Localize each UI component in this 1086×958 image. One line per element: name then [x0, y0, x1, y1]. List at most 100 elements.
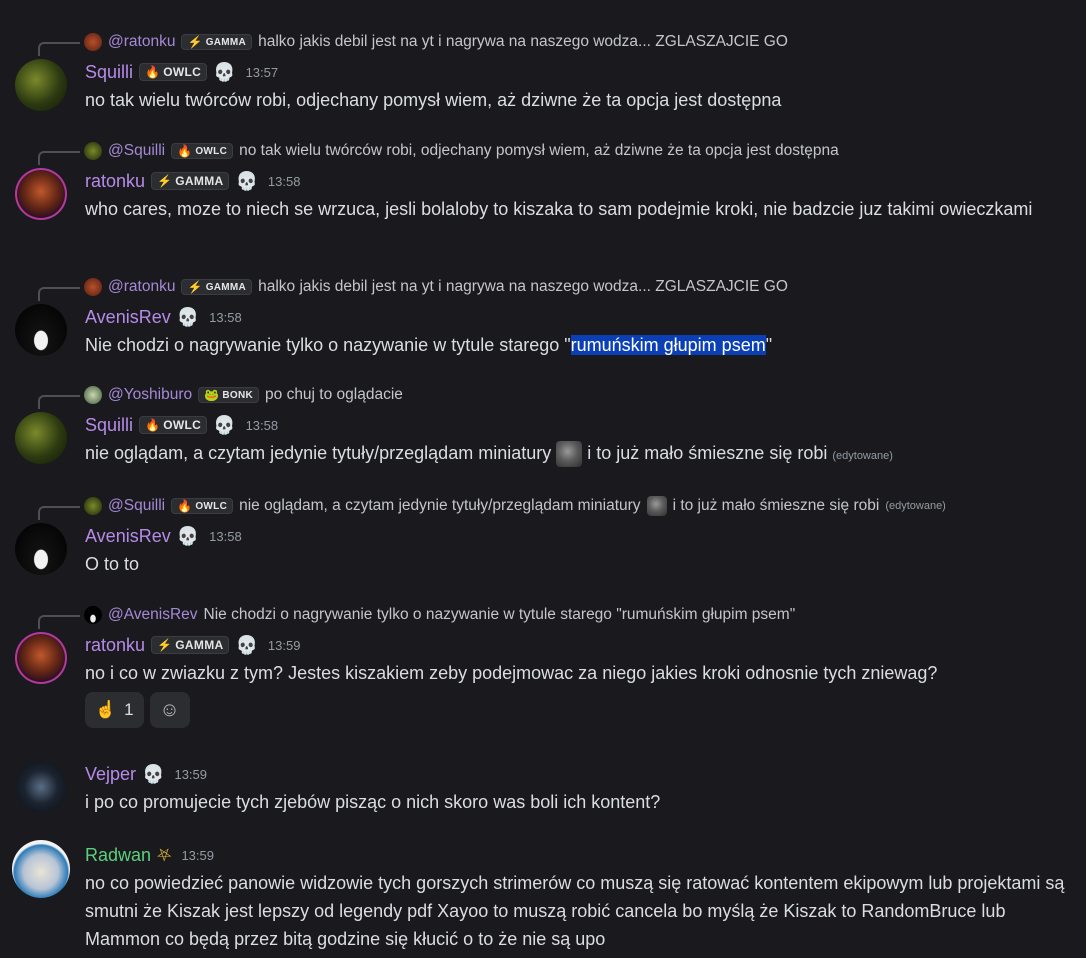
message-header: ratonku ⚡ GAMMA 💀 13:58 [85, 169, 300, 193]
skull-icon: 💀 [213, 415, 236, 435]
reaction-pill[interactable]: ☝ 1 [85, 692, 144, 728]
guild-tag: 🔥 OWLC [139, 416, 208, 434]
message-text: Nie chodzi o nagrywanie tylko o nazywani… [85, 335, 773, 355]
avatar[interactable] [15, 523, 67, 575]
fire-icon: 🔥 [177, 499, 193, 513]
message-header: Radwan ⛧ 13:59 [85, 843, 214, 867]
chat-log: @ratonku ⚡ GAMMA halko jakis debil jest n… [0, 0, 1086, 958]
guild-tag: ⚡ GAMMA [151, 172, 230, 190]
guild-tag: ⚡ GAMMA [181, 279, 253, 295]
message-header: ratonku ⚡ GAMMA 💀 13:59 [85, 633, 300, 657]
username[interactable]: Squilli [85, 415, 133, 436]
reply-text: halko jakis debil jest na yt i nagrywa n… [258, 33, 788, 50]
reply-username[interactable]: @Yoshiburo [108, 386, 192, 404]
guild-tag: ⚡ GAMMA [151, 636, 230, 654]
message-text: no co powiedzieć panowie widzowie tych g… [85, 873, 1065, 949]
edited-label: (edytowane) [885, 500, 946, 512]
message-text: who cares, moze to niech se wrzuca, jesl… [85, 199, 1033, 219]
reply-preview[interactable]: @ratonku ⚡ GAMMA halko jakis debil jest n… [84, 32, 788, 52]
reply-preview[interactable]: @Squilli 🔥 OWLC nie oglądam, a czytam jed… [84, 496, 946, 516]
reply-avatar [84, 497, 102, 515]
add-reaction-button[interactable]: ☺ [149, 692, 190, 728]
fire-icon: 🔥 [145, 418, 161, 432]
message-header: AvenisRev 💀 13:58 [85, 305, 242, 329]
skull-icon: 💀 [176, 307, 200, 327]
message-text: O to to [85, 554, 140, 574]
reply-text: no tak wielu twórców robi, odjechany pom… [239, 142, 839, 159]
reply-username[interactable]: @Squilli [108, 142, 165, 160]
reply-username[interactable]: @Squilli [108, 497, 165, 515]
avatar[interactable] [15, 632, 67, 684]
selected-text: rumuńskim głupim psem [570, 335, 766, 355]
smiley-icon: ☺ [159, 698, 180, 721]
skull-icon: 💀 [235, 171, 258, 191]
reply-username[interactable]: @AvenisRev [108, 606, 198, 624]
timestamp: 13:58 [245, 417, 279, 433]
skull-icon: 💀 [235, 635, 258, 655]
reactions-bar: ☝ 1 ☺ [85, 692, 190, 728]
pentagram-icon: ⛧ [157, 845, 172, 865]
message-header: Squilli 🔥 OWLC 💀 13:58 [85, 413, 278, 437]
timestamp: 13:59 [181, 847, 214, 863]
username[interactable]: ratonku [85, 171, 145, 192]
reply-preview[interactable]: @ratonku ⚡ GAMMA halko jakis debil jest n… [84, 277, 788, 297]
reply-text: po chuj to oglądacie [265, 386, 403, 403]
guild-tag: 🔥 OWLC [139, 63, 208, 81]
reply-spine [38, 615, 80, 629]
reply-avatar [84, 278, 102, 296]
timestamp: 13:57 [245, 64, 279, 80]
timestamp: 13:59 [267, 637, 301, 653]
message-header: AvenisRev 💀 13:58 [85, 524, 242, 548]
reply-spine [38, 151, 80, 165]
avatar[interactable] [15, 304, 67, 356]
reply-avatar [84, 386, 102, 404]
reply-username[interactable]: @ratonku [108, 278, 175, 296]
timestamp: 13:58 [209, 528, 242, 544]
avatar[interactable] [15, 59, 67, 111]
lightning-icon: ⚡ [187, 280, 203, 294]
reply-username[interactable]: @ratonku [108, 33, 175, 51]
timestamp: 13:59 [174, 766, 208, 782]
username[interactable]: AvenisRev [85, 526, 171, 547]
fire-icon: 🔥 [145, 65, 161, 79]
reply-spine [38, 287, 80, 301]
skull-icon: 💀 [142, 764, 165, 784]
avatar[interactable] [15, 168, 67, 220]
guild-tag: 🔥 OWLC [171, 143, 234, 159]
skull-icon: 💀 [213, 62, 236, 82]
reply-spine [38, 506, 80, 520]
edited-label: (edytowane) [832, 450, 893, 462]
avatar[interactable] [15, 761, 67, 813]
avatar[interactable] [12, 840, 70, 898]
username[interactable]: AvenisRev [85, 307, 171, 328]
timestamp: 13:58 [209, 309, 242, 325]
reply-spine [38, 395, 80, 409]
reply-text: nie oglądam, a czytam jedynie tytuły/prz… [239, 497, 641, 514]
message-text: no i co w zwiazku z tym? Jestes kiszakie… [85, 663, 938, 683]
reply-avatar [84, 142, 102, 160]
reply-preview[interactable]: @Squilli 🔥 OWLC no tak wielu twórców robi… [84, 141, 839, 161]
reply-preview[interactable]: @Yoshiburo 🐸 BONK po chuj to oglądacie [84, 385, 403, 405]
reply-preview[interactable]: @AvenisRev Nie chodzi o nagrywanie tylko… [84, 605, 795, 625]
lightning-icon: ⚡ [157, 174, 173, 188]
guild-tag: ⚡ GAMMA [181, 34, 253, 50]
avatar[interactable] [15, 412, 67, 464]
pointing-up-icon: ☝ [95, 700, 117, 719]
reply-avatar [84, 33, 102, 51]
custom-emoji-face-icon[interactable] [556, 441, 583, 468]
guild-tag: 🐸 BONK [198, 387, 260, 403]
frog-icon: 🐸 [204, 388, 220, 402]
username[interactable]: Squilli [85, 62, 133, 83]
username[interactable]: Vejper [85, 764, 136, 785]
username[interactable]: ratonku [85, 635, 145, 656]
lightning-icon: ⚡ [157, 638, 173, 652]
timestamp: 13:58 [267, 173, 301, 189]
reply-spine [38, 42, 80, 56]
username[interactable]: Radwan [85, 845, 151, 866]
message-text: nie oglądam, a czytam jedynie tytuły/prz… [85, 439, 1065, 470]
reply-avatar [84, 606, 102, 624]
skull-icon: 💀 [176, 526, 200, 546]
reaction-count: 1 [124, 700, 134, 719]
message-text: no tak wielu twórców robi, odjechany pom… [85, 90, 782, 110]
custom-emoji-face-icon [646, 496, 667, 516]
